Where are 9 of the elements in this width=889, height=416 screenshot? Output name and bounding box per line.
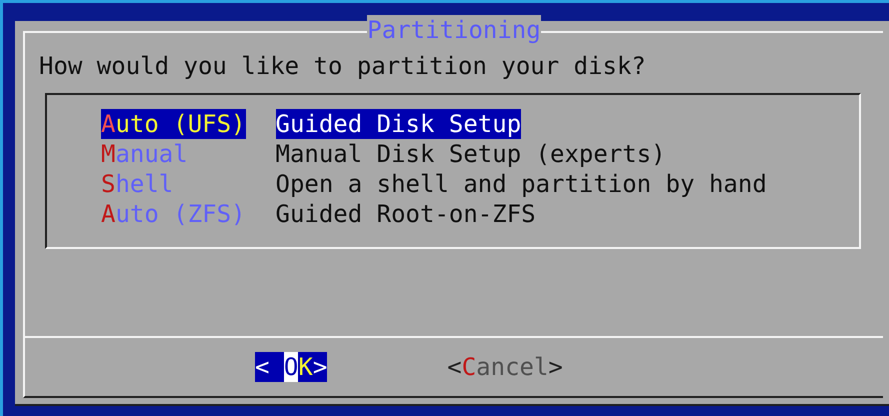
cancel-button[interactable]: <Cancel> (447, 352, 563, 382)
menu-description: Guided Root-on-ZFS (276, 199, 536, 229)
dialog-title: Partitioning (367, 15, 541, 45)
ok-button[interactable]: < OK> (255, 352, 328, 382)
menu-description: Open a shell and partition by hand (276, 169, 767, 199)
menu-option[interactable]: Auto (UFS) (101, 109, 246, 139)
menu-description: Guided Disk Setup (276, 109, 522, 139)
menu-description: Manual Disk Setup (experts) (276, 139, 666, 169)
prompt-text: How would you like to partition your disk? (39, 51, 647, 81)
